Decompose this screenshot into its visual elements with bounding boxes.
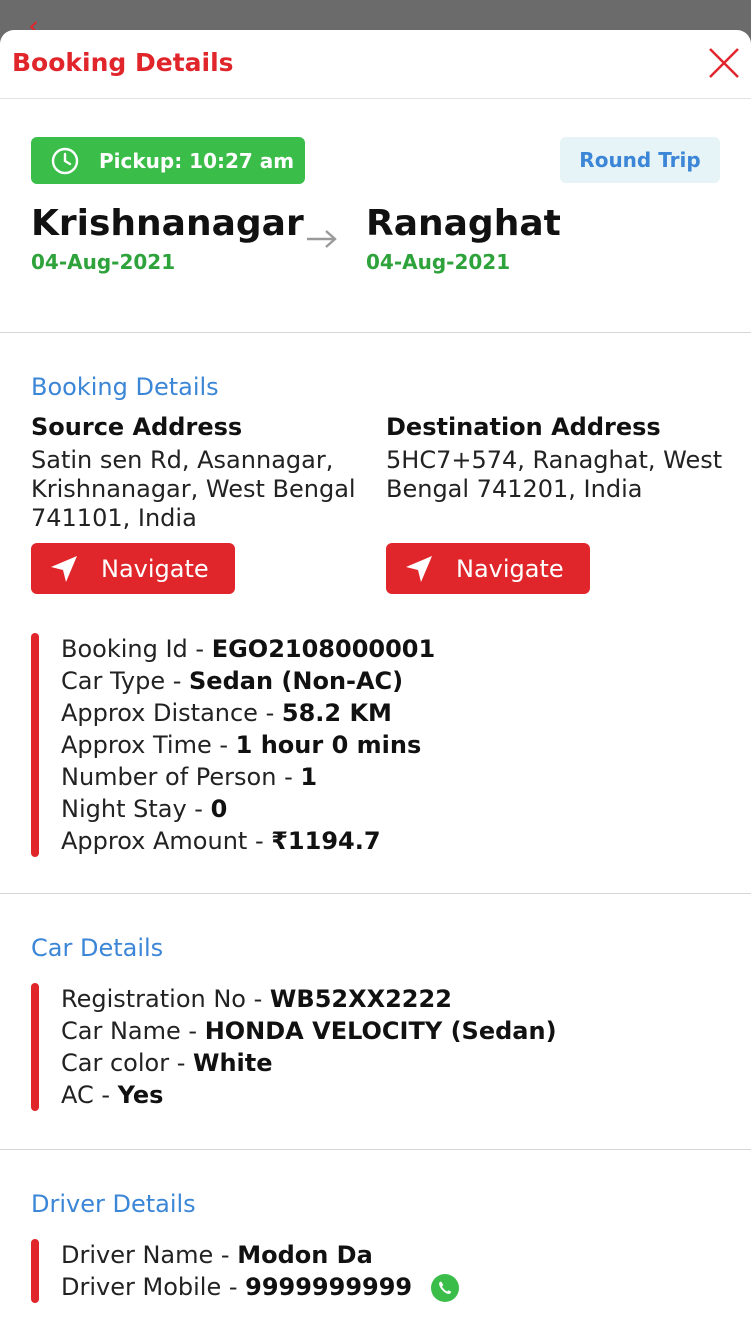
- navigate-destination-button[interactable]: Navigate: [386, 543, 590, 594]
- registration-value: WB52XX2222: [269, 985, 452, 1013]
- trip-summary: Pickup: 10:27 am Round Trip Krishnanagar…: [0, 99, 751, 333]
- booking-details-sheet: Booking Details Pickup: 10:27 am Round T…: [0, 30, 751, 1334]
- accent-bar: [31, 633, 39, 857]
- car-name-row: Car Name - HONDA VELOCITY (Sedan): [61, 1017, 557, 1045]
- driver-mobile-row: Driver Mobile - 9999999999: [61, 1271, 460, 1303]
- car-type-row: Car Type - Sedan (Non-AC): [61, 667, 404, 695]
- source-date: 04-Aug-2021: [31, 250, 176, 274]
- whatsapp-phone-icon[interactable]: [430, 1273, 460, 1303]
- approx-amount-row: Approx Amount - ₹1194.7: [61, 827, 381, 855]
- pickup-time-label: Pickup: 10:27 am: [99, 148, 295, 173]
- registration-row: Registration No - WB52XX2222: [61, 985, 452, 1013]
- arrow-right-icon: [307, 230, 337, 248]
- source-address-title: Source Address: [31, 413, 243, 441]
- navigate-label: Navigate: [456, 554, 564, 583]
- close-icon: [709, 48, 739, 78]
- car-details-section: Car Details Registration No - WB52XX2222…: [0, 894, 751, 1150]
- approx-amount-value: ₹1194.7: [271, 827, 381, 855]
- driver-info-block: Driver Name - Modon Da Driver Mobile - 9…: [31, 1239, 460, 1303]
- booking-id-row: Booking Id - EGO2108000001: [61, 635, 436, 663]
- ac-value: Yes: [117, 1081, 164, 1109]
- number-of-person-row: Number of Person - 1: [61, 763, 318, 791]
- approx-time-value: 1 hour 0 mins: [235, 731, 422, 759]
- booking-id-value: EGO2108000001: [211, 635, 436, 663]
- number-of-person-value: 1: [300, 763, 318, 791]
- car-color-value: White: [192, 1049, 273, 1077]
- navigation-arrow-icon: [51, 555, 77, 582]
- destination-city: Ranaghat: [366, 203, 561, 244]
- accent-bar: [31, 983, 39, 1111]
- driver-details-section: Driver Details Driver Name - Modon Da Dr…: [0, 1150, 751, 1334]
- destination-address: 5HC7+574, Ranaghat, West Bengal 741201, …: [386, 446, 723, 503]
- car-name-value: HONDA VELOCITY (Sedan): [204, 1017, 557, 1045]
- clock-icon: [51, 147, 79, 174]
- driver-details-heading: Driver Details: [31, 1190, 196, 1218]
- navigate-source-button[interactable]: Navigate: [31, 543, 235, 594]
- navigate-label: Navigate: [101, 554, 209, 583]
- car-type-value: Sedan (Non-AC): [189, 667, 404, 695]
- car-info-block: Registration No - WB52XX2222 Car Name - …: [31, 983, 557, 1111]
- approx-distance-row: Approx Distance - 58.2 KM: [61, 699, 392, 727]
- sheet-title: Booking Details: [12, 48, 234, 77]
- ac-row: AC - Yes: [61, 1081, 164, 1109]
- sheet-header: Booking Details: [0, 30, 751, 99]
- pickup-badge: Pickup: 10:27 am: [31, 137, 305, 184]
- booking-details-heading: Booking Details: [31, 373, 219, 401]
- close-button[interactable]: [705, 44, 743, 82]
- night-stay-row: Night Stay - 0: [61, 795, 228, 823]
- car-details-heading: Car Details: [31, 934, 164, 962]
- navigation-arrow-icon: [406, 555, 432, 582]
- driver-mobile-value: 9999999999: [245, 1273, 413, 1301]
- driver-name-row: Driver Name - Modon Da: [61, 1241, 373, 1269]
- source-city: Krishnanagar: [31, 203, 304, 244]
- night-stay-value: 0: [210, 795, 228, 823]
- approx-time-row: Approx Time - 1 hour 0 mins: [61, 731, 422, 759]
- trip-type-badge: Round Trip: [560, 137, 720, 183]
- destination-address-title: Destination Address: [386, 413, 661, 441]
- car-color-row: Car color - White: [61, 1049, 273, 1077]
- destination-date: 04-Aug-2021: [366, 250, 511, 274]
- accent-bar: [31, 1239, 39, 1303]
- approx-distance-value: 58.2 KM: [281, 699, 392, 727]
- booking-details-section: Booking Details Source Address Satin sen…: [0, 333, 751, 894]
- driver-name-value: Modon Da: [237, 1241, 373, 1269]
- source-address: Satin sen Rd, Asannagar, Krishnanagar, W…: [31, 446, 356, 532]
- booking-info-block: Booking Id - EGO2108000001 Car Type - Se…: [31, 633, 435, 857]
